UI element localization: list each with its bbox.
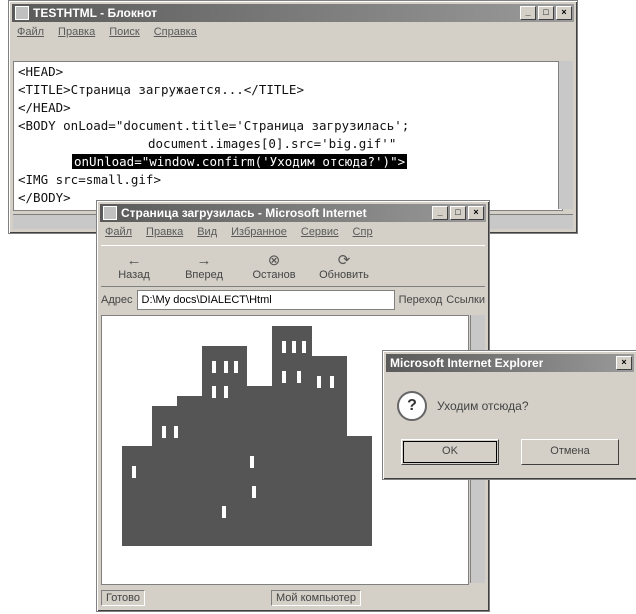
close-button[interactable]: × [468,206,484,220]
dialog-title: Microsoft Internet Explorer [390,356,544,370]
close-button[interactable]: × [556,6,572,20]
dialog-message: Уходим отсюда? [437,399,529,413]
minimize-button[interactable]: _ [520,6,536,20]
close-button[interactable]: × [616,356,632,370]
ie-icon [103,206,117,220]
code-line: document.images[0].src='big.gif'" [148,136,397,151]
code-line: <HEAD> [18,64,64,79]
menu-search[interactable]: Поиск [109,26,139,38]
code-line-selected: onUnload="window.confirm('Уходим отсюда?… [72,154,408,169]
menu-file[interactable]: Файл [105,226,132,238]
menu-help[interactable]: Справка [154,26,197,38]
code-line: <TITLE>Страница загружается...</TITLE> [18,82,304,97]
forward-button[interactable]: → Вперед [171,249,237,283]
zone-indicator: Мой компьютер [270,590,362,606]
back-label: Назад [118,269,150,281]
refresh-button[interactable]: ⟳ Обновить [311,249,377,283]
menu-view[interactable]: Вид [197,226,217,238]
ie-titlebar[interactable]: Страница загрузилась - Microsoft Interne… [100,204,486,222]
stop-button[interactable]: ⊗ Останов [241,249,307,283]
cancel-button[interactable]: Отмена [521,439,619,465]
address-bar: Адрес D:\My docs\DIALECT\Html Переход Сс… [101,289,485,311]
refresh-label: Обновить [319,269,369,281]
confirm-dialog: Microsoft Internet Explorer × ? Уходим о… [382,350,636,480]
notepad-titlebar[interactable]: TESTHTML - Блокнот _ □ × [12,4,574,22]
links-button[interactable]: Ссылки [446,294,485,306]
code-line: <IMG src=small.gif> [18,172,161,187]
address-label: Адрес [101,294,133,306]
code-editor[interactable]: <HEAD> <TITLE>Страница загружается...</T… [13,61,563,211]
maximize-button[interactable]: □ [450,206,466,220]
forward-arrow-icon: → [196,252,212,269]
menu-favorites[interactable]: Избранное [231,226,287,238]
menu-help[interactable]: Спр [353,226,373,238]
stop-icon: ⊗ [267,252,281,269]
back-arrow-icon: ← [126,252,142,269]
code-line: </HEAD> [18,100,71,115]
vertical-scrollbar[interactable] [558,61,573,209]
status-bar: Готово Мой компьютер [101,589,485,607]
notepad-window: TESTHTML - Блокнот _ □ × Файл Правка Пои… [8,0,578,234]
dialog-titlebar[interactable]: Microsoft Internet Explorer × [386,354,634,372]
ok-button[interactable]: OK [401,439,499,465]
menu-edit[interactable]: Правка [146,226,183,238]
maximize-button[interactable]: □ [538,6,554,20]
question-icon: ? [397,391,427,421]
ie-toolbar: ← Назад → Вперед ⊗ Останов ⟳ Обновить [101,245,485,287]
menu-tools[interactable]: Сервис [301,226,339,238]
menu-edit[interactable]: Правка [58,26,95,38]
notepad-icon [15,6,29,20]
menu-file[interactable]: Файл [17,26,44,38]
status-text: Готово [101,590,145,606]
forward-label: Вперед [185,269,223,281]
ie-menubar: Файл Правка Вид Избранное Сервис Спр [101,224,485,240]
ie-title: Страница загрузилась - Microsoft Interne… [121,206,367,220]
notepad-menubar: Файл Правка Поиск Справка [13,24,573,40]
notepad-title: TESTHTML - Блокнот [33,6,158,20]
code-line: </BODY> [18,190,71,205]
go-button[interactable]: Переход [399,294,443,306]
minimize-button[interactable]: _ [432,206,448,220]
refresh-icon: ⟳ [337,252,351,269]
stop-label: Останов [252,269,296,281]
dialog-message-area: ? Уходим отсюда? [397,391,529,421]
back-button[interactable]: ← Назад [101,249,167,283]
code-line: <BODY onLoad="document.title='Страница з… [18,118,410,133]
address-input[interactable]: D:\My docs\DIALECT\Html [136,290,395,310]
